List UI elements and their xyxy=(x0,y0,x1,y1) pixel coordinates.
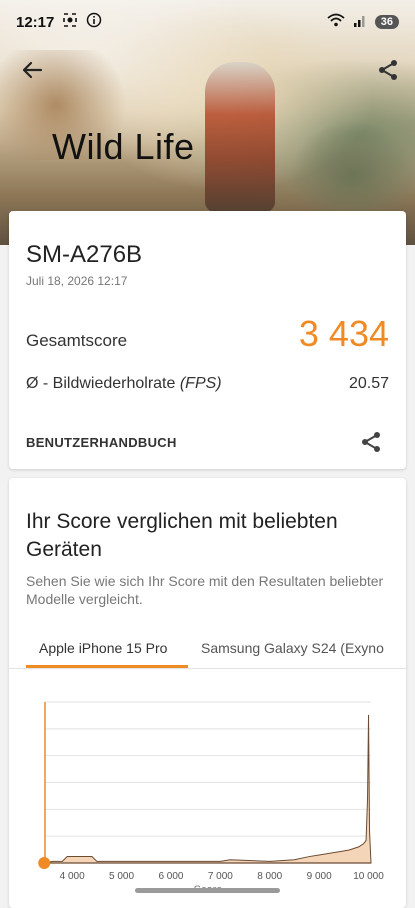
fps-label-text: Ø - Bildwiederholrate xyxy=(26,375,180,392)
score-distribution-chart: 4 0005 0006 0007 0008 0009 00010 000Scor… xyxy=(38,701,384,896)
fps-label-unit: (FPS) xyxy=(179,375,222,392)
chart-x-tick-label: 6 000 xyxy=(158,871,183,882)
screenshot-icon xyxy=(62,12,78,32)
hero-artwork-character xyxy=(205,62,275,212)
share-icon xyxy=(379,60,397,80)
chart-your-score-marker xyxy=(38,857,51,869)
chart-x-tick-label: 5 000 xyxy=(109,871,134,882)
result-datetime: Juli 18, 2026 12:17 xyxy=(26,274,128,288)
info-icon xyxy=(86,12,102,32)
chart-x-tick-label: 7 000 xyxy=(208,871,233,882)
comparison-subtitle: Sehen Sie wie sich Ihr Score mit den Res… xyxy=(26,573,384,607)
tab-samsung-galaxy-s24[interactable]: Samsung Galaxy S24 (Exyno xyxy=(201,640,384,656)
score-value: 3 434 xyxy=(298,313,389,354)
score-label: Gesamtscore xyxy=(26,331,128,350)
comparison-card: Ihr Score verglichen mit beliebten Gerät… xyxy=(9,478,406,908)
fps-value: 20.57 xyxy=(348,375,389,392)
arrow-left-icon xyxy=(22,61,43,79)
chart-x-tick-label: 9 000 xyxy=(307,871,332,882)
share-button-top[interactable] xyxy=(374,56,402,84)
benchmark-title: Wild Life xyxy=(52,126,195,167)
wifi-icon xyxy=(327,13,345,31)
tabs-divider xyxy=(9,668,406,669)
status-time: 12:17 xyxy=(16,13,55,31)
share-result-button[interactable] xyxy=(358,429,384,455)
result-card: SM-A276B Juli 18, 2026 12:17 Gesamtscore… xyxy=(9,211,406,469)
home-indicator[interactable] xyxy=(135,888,280,893)
chart-x-tick-label: 4 000 xyxy=(60,871,85,882)
fps-label: Ø - Bildwiederholrate (FPS) xyxy=(26,375,222,393)
device-tabs: Apple iPhone 15 Pro Samsung Galaxy S24 (… xyxy=(9,626,406,670)
chart-x-tick-label: 10 000 xyxy=(353,871,384,882)
user-manual-link[interactable]: BENUTZERHANDBUCH xyxy=(26,435,177,450)
share-icon xyxy=(362,432,380,452)
battery-indicator: 36 xyxy=(374,15,399,29)
device-name: SM-A276B xyxy=(26,241,143,268)
status-bar: 12:17 36 xyxy=(0,0,415,44)
chart-x-tick-label: 8 000 xyxy=(257,871,282,882)
signal-icon xyxy=(353,13,367,31)
chart-series-area xyxy=(44,714,372,864)
tab-apple-iphone-15-pro[interactable]: Apple iPhone 15 Pro xyxy=(39,640,167,656)
comparison-title: Ihr Score verglichen mit beliebten Gerät… xyxy=(26,510,338,561)
back-button[interactable] xyxy=(18,56,46,84)
